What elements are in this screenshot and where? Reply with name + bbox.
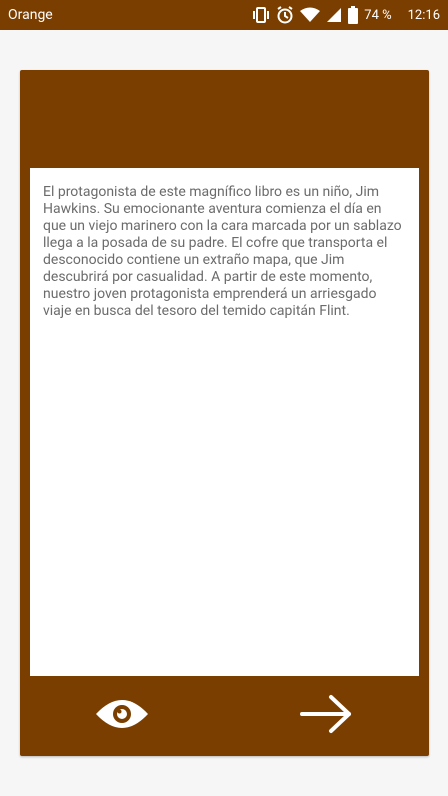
clock: 12:16 [407,7,440,23]
next-button[interactable] [292,686,362,746]
card-footer [20,676,429,756]
vibrate-icon [252,7,270,23]
battery-percent: 74 % [364,7,392,23]
arrow-right-icon [299,692,355,740]
battery-icon [348,6,359,24]
status-icons: 74 % 12:16 [252,6,440,24]
view-button[interactable] [87,686,157,746]
eye-icon [94,696,150,736]
wifi-icon [300,7,321,23]
alarm-icon [276,6,294,24]
status-bar: Orange 74 % 12:16 [0,0,448,30]
signal-icon [326,7,342,23]
carrier-label: Orange [8,7,53,23]
book-description-panel: El protagonista de este magnífico libro … [30,168,419,676]
book-description: El protagonista de este magnífico libro … [43,184,402,319]
book-card: El protagonista de este magnífico libro … [20,70,429,756]
